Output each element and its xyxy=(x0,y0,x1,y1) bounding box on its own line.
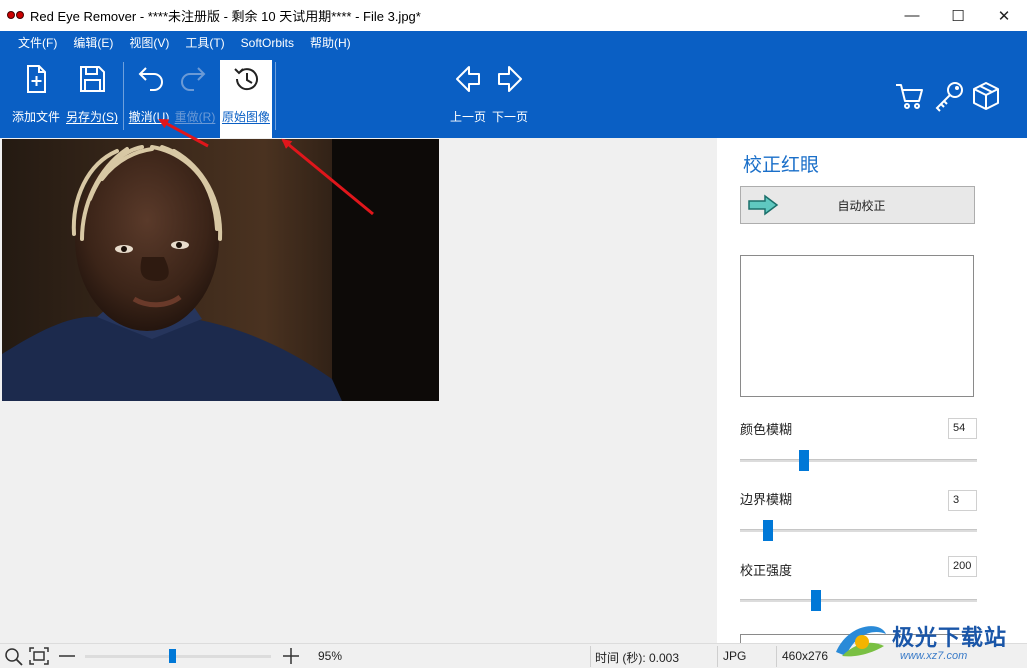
redo-icon xyxy=(181,67,206,91)
color-blur-label: 颜色模糊 xyxy=(740,422,793,437)
red-eye-panel: 校正红眼 自动校正 颜色模糊 54 边界模糊 3 校正强度 200 xyxy=(717,138,1027,643)
toolbar-separator xyxy=(275,62,276,130)
add-file-label: 添加文件 xyxy=(11,110,60,124)
edge-blur-value[interactable]: 3 xyxy=(948,490,977,511)
menu-edit[interactable]: 编辑(E) xyxy=(65,31,121,56)
edge-blur-slider[interactable] xyxy=(740,520,977,541)
image-canvas[interactable] xyxy=(0,138,717,643)
undo-label: 撤消(U) xyxy=(128,110,170,124)
color-blur-thumb[interactable] xyxy=(798,450,809,471)
color-blur-value[interactable]: 54 xyxy=(948,418,977,439)
menu-softorbits[interactable]: SoftOrbits xyxy=(233,31,302,56)
prev-page-label: 上一页 xyxy=(449,110,486,124)
process-time: 时间 (秒): 0.003 xyxy=(595,651,680,665)
undo-button[interactable]: 撤消(U) xyxy=(126,60,172,134)
undo-icon xyxy=(138,67,163,91)
menu-file[interactable]: 文件(F) xyxy=(10,31,65,56)
red-eye-app-icon xyxy=(7,10,25,22)
zoom-in-icon[interactable] xyxy=(280,646,302,666)
next-page-label: 下一页 xyxy=(491,110,528,124)
menu-help[interactable]: 帮助(H) xyxy=(302,31,359,56)
close-button[interactable]: ✕ xyxy=(981,0,1027,31)
auto-fix-button[interactable]: 自动校正 xyxy=(740,186,975,224)
fit-screen-icon[interactable] xyxy=(28,646,50,666)
key-icon[interactable] xyxy=(932,80,966,112)
minimize-button[interactable]: — xyxy=(889,0,935,31)
zoom-icon[interactable] xyxy=(3,646,25,666)
color-blur-slider[interactable] xyxy=(740,450,977,471)
edge-blur-label: 边界模糊 xyxy=(740,492,793,507)
eye-preview-box xyxy=(740,255,974,397)
portrait-image xyxy=(2,139,439,401)
right-arrow-icon xyxy=(748,194,779,216)
title-bar: Red Eye Remover - ****未注册版 - 剩余 10 天试用期*… xyxy=(0,0,1027,31)
original-image-button[interactable]: 原始图像 xyxy=(220,60,272,138)
menu-tools[interactable]: 工具(T) xyxy=(177,31,232,56)
prev-arrow-icon xyxy=(456,66,480,92)
save-as-label: 另存为(S) xyxy=(66,110,118,124)
status-divider xyxy=(590,646,591,667)
redo-button[interactable]: 重做(R) xyxy=(172,60,218,134)
add-file-button[interactable]: 添加文件 xyxy=(8,60,64,134)
zoom-out-icon[interactable] xyxy=(56,646,78,666)
watermark: 极光下载站 www.xz7.com xyxy=(828,612,1027,668)
prev-page-button[interactable]: 上一页 xyxy=(447,60,489,134)
portrait-photo xyxy=(2,139,439,401)
zoom-slider[interactable] xyxy=(85,649,271,663)
history-icon xyxy=(234,68,258,91)
correction-strength-value[interactable]: 200 xyxy=(948,556,977,577)
save-as-button[interactable]: 另存为(S) xyxy=(64,60,120,134)
image-dimensions: 460x276 xyxy=(782,649,829,663)
window-controls: — ☐ ✕ xyxy=(889,0,1027,31)
watermark-text: 极光下载站 xyxy=(892,626,1008,651)
auto-fix-label: 自动校正 xyxy=(837,198,886,213)
window-title: Red Eye Remover - ****未注册版 - 剩余 10 天试用期*… xyxy=(30,9,421,24)
edge-blur-thumb[interactable] xyxy=(763,520,774,541)
correction-strength-label: 校正强度 xyxy=(740,563,793,578)
next-page-button[interactable]: 下一页 xyxy=(489,60,531,134)
toolbar-separator xyxy=(123,62,124,130)
correction-strength-thumb[interactable] xyxy=(810,590,821,611)
watermark-logo xyxy=(836,626,886,657)
panel-title: 校正红眼 xyxy=(743,155,820,176)
menu-view[interactable]: 视图(V) xyxy=(121,31,177,56)
maximize-button[interactable]: ☐ xyxy=(935,0,981,31)
save-icon xyxy=(80,66,105,92)
image-format: JPG xyxy=(723,649,747,663)
correction-strength-slider[interactable] xyxy=(740,590,977,611)
zoom-percent: 95% xyxy=(318,649,343,663)
cart-icon[interactable] xyxy=(893,80,925,112)
original-image-label: 原始图像 xyxy=(221,110,270,124)
menu-bar: 文件(F) 编辑(E) 视图(V) 工具(T) SoftOrbits 帮助(H) xyxy=(0,31,1027,56)
box-icon[interactable] xyxy=(970,80,1002,112)
zoom-slider-thumb[interactable] xyxy=(169,649,177,663)
status-divider xyxy=(776,646,777,667)
status-divider xyxy=(717,646,718,667)
watermark-url: www.xz7.com xyxy=(900,650,968,662)
redo-label: 重做(R) xyxy=(174,110,216,124)
app-window: Red Eye Remover - ****未注册版 - 剩余 10 天试用期*… xyxy=(0,0,1027,668)
toolbar: 添加文件 另存为(S) 撤消(U) 重做(R) 原始图像 上一页 下一页 xyxy=(0,56,1027,138)
next-arrow-icon xyxy=(498,66,522,92)
add-file-icon xyxy=(27,65,46,93)
